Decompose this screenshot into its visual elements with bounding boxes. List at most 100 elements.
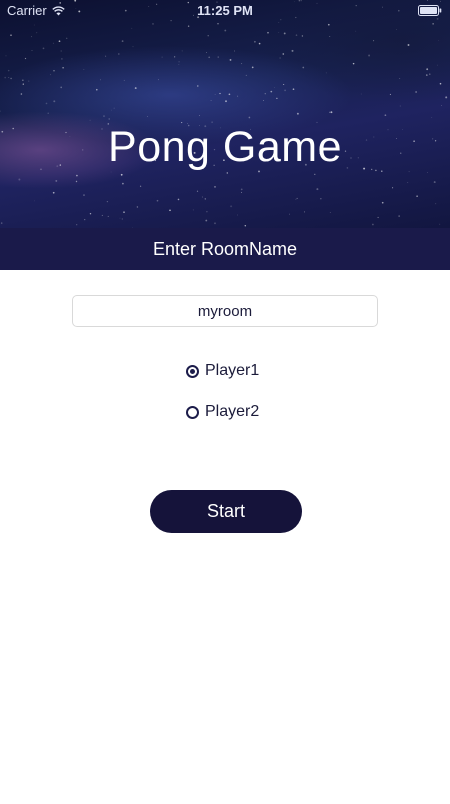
star [237, 214, 238, 216]
star [197, 85, 199, 87]
star [113, 107, 115, 109]
star [373, 40, 375, 42]
star [416, 195, 418, 198]
star [5, 55, 7, 57]
star [192, 209, 194, 211]
star [396, 29, 397, 30]
star [381, 201, 384, 204]
star [105, 55, 107, 57]
star [201, 196, 204, 198]
star [302, 66, 305, 69]
star [4, 76, 6, 79]
radio-player1[interactable]: Player1 [186, 359, 259, 383]
star [36, 32, 38, 34]
star [47, 112, 49, 114]
star [131, 27, 133, 29]
star [99, 79, 101, 81]
star [228, 93, 231, 96]
star [101, 214, 103, 216]
star [352, 62, 355, 65]
hero-banner: Pong Game [0, 0, 450, 228]
star [52, 191, 55, 194]
star [0, 222, 3, 224]
star [199, 115, 200, 116]
star [244, 224, 247, 227]
star [327, 23, 330, 26]
star [217, 23, 219, 25]
star [325, 72, 327, 74]
star [429, 73, 431, 75]
star [435, 203, 437, 205]
star [301, 35, 304, 37]
star [61, 58, 63, 60]
star [389, 93, 391, 95]
star [270, 90, 273, 93]
star [139, 185, 142, 187]
star [31, 50, 33, 52]
star [132, 46, 134, 48]
star [18, 178, 21, 181]
star [96, 88, 98, 91]
star [10, 77, 12, 80]
star [207, 35, 209, 37]
star [441, 104, 442, 106]
star [76, 224, 78, 226]
radio-player2[interactable]: Player2 [186, 400, 259, 424]
star [398, 215, 400, 217]
star [368, 54, 371, 57]
star [45, 102, 48, 105]
radio-player2-label: Player2 [205, 403, 260, 420]
star [10, 34, 12, 36]
star [219, 92, 221, 95]
star [210, 99, 212, 102]
star [22, 83, 24, 85]
star [134, 87, 137, 90]
star [229, 58, 232, 61]
star [433, 181, 436, 184]
star [111, 109, 112, 111]
star [204, 198, 207, 200]
star [289, 213, 290, 215]
radio-selected-icon[interactable] [186, 364, 199, 378]
star [24, 57, 27, 60]
star [214, 222, 216, 225]
status-bar: Carrier 11:25 PM [0, 0, 450, 22]
starfield-background [0, 0, 448, 228]
star [117, 53, 120, 55]
star [31, 36, 33, 38]
star [267, 31, 269, 34]
star [7, 69, 10, 72]
star [121, 40, 124, 42]
star [122, 182, 124, 185]
star [291, 49, 294, 52]
star [439, 223, 441, 225]
star [84, 219, 86, 221]
radio-unselected-icon[interactable] [186, 405, 199, 419]
star [426, 68, 429, 71]
star [177, 198, 180, 201]
star [415, 91, 417, 93]
star [42, 47, 45, 50]
star [384, 114, 387, 117]
star [292, 88, 295, 91]
star [205, 219, 208, 222]
star [106, 200, 109, 203]
star [103, 115, 105, 118]
star [279, 57, 281, 59]
star [237, 95, 239, 97]
star [282, 53, 285, 55]
start-button[interactable]: Start [150, 490, 302, 533]
star [284, 89, 286, 92]
star [53, 70, 55, 72]
star [53, 100, 56, 103]
star [283, 32, 286, 35]
star [360, 93, 362, 95]
star [263, 100, 264, 101]
star [28, 80, 30, 82]
room-name-input[interactable] [72, 295, 378, 327]
star [251, 66, 254, 69]
star [62, 66, 64, 69]
star [217, 56, 219, 58]
star [407, 182, 409, 183]
star [437, 64, 438, 66]
